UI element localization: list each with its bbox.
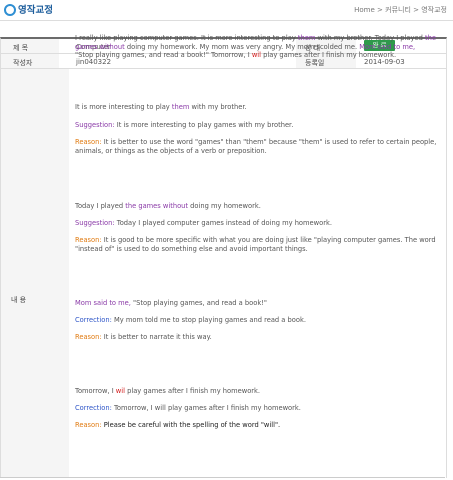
- content-label-cell: 내 용: [1, 69, 69, 478]
- title-label-cell: 제 목: [1, 39, 59, 53]
- reason-3: Reason: It is better to narrate it this …: [75, 333, 443, 342]
- intro-text: "Stop playing games, and read a book!" T…: [75, 51, 252, 59]
- intro-text: doing my homework. My mom was very angry…: [124, 42, 360, 51]
- sentence-text: Tomorrow, I: [75, 387, 116, 395]
- home-link[interactable]: Home: [354, 6, 375, 14]
- sentence-text: It is more interesting to play: [75, 103, 172, 111]
- reason-label: Reason:: [75, 236, 102, 244]
- author-label-cell: 작성자: [1, 54, 59, 68]
- correction-4: Correction: Tomorrow, I will play games …: [75, 404, 443, 413]
- reason-1: Reason: It is better to use the word "ga…: [75, 138, 443, 155]
- content-row: 내 용: [1, 69, 446, 478]
- highlight-them: them: [171, 103, 190, 111]
- highlight-games: the games without: [125, 202, 189, 210]
- suggestion-1: Suggestion: It is more interesting to pl…: [75, 121, 443, 130]
- highlight-mom-said: Mom said to me,: [359, 42, 416, 51]
- suggestion-2: Suggestion: Today I played computer game…: [75, 219, 443, 228]
- breadcrumb: Home > 커뮤니티 > 영작교정: [354, 5, 447, 15]
- content-label: 내 용: [11, 296, 27, 304]
- correction-label: Correction:: [75, 316, 112, 324]
- intro-paragraph: I really like playing computer games. It…: [75, 34, 443, 60]
- reason-text: It is good to be more specific with what…: [75, 236, 436, 253]
- sentence-text: Today I played: [75, 202, 126, 210]
- community-link[interactable]: 커뮤니티: [385, 5, 411, 15]
- chevron-right-icon: >: [413, 6, 419, 14]
- suggestion-text: It is more interesting to play games wit…: [114, 121, 294, 129]
- reason-label: Reason:: [75, 333, 102, 341]
- highlight-them: them: [297, 34, 316, 42]
- reason-text: It is better to use the word "games" tha…: [75, 138, 437, 155]
- intro-text: with my brother. Today I played: [315, 34, 425, 42]
- page-title: 영작교정: [18, 5, 53, 16]
- bottom-divider: [0, 477, 445, 478]
- author-label: 작성자: [13, 59, 33, 67]
- reason-4: Reason: Please be careful with the spell…: [75, 421, 443, 430]
- current-page-crumb: 영작교정: [421, 6, 447, 14]
- sentence-2: Today I played the games without doing m…: [75, 202, 443, 211]
- sentence-3: Mom said to me, "Stop playing games, and…: [75, 299, 443, 308]
- suggestion-label: Suggestion:: [75, 219, 115, 227]
- sentence-1: It is more interesting to play them with…: [75, 103, 443, 112]
- suggestion-text: Today I played computer games instead of…: [114, 219, 332, 227]
- reason-text: Please be careful with the spelling of t…: [101, 421, 281, 429]
- intro-text: I really like playing computer games. It…: [75, 34, 298, 42]
- page-header: 영작교정 Home > 커뮤니티 > 영작교정: [0, 0, 453, 20]
- title-label: 제 목: [13, 44, 29, 52]
- correction-3: Correction: My mom told me to stop playi…: [75, 316, 443, 325]
- chevron-right-icon: >: [377, 6, 383, 14]
- highlight-wil: wil: [115, 387, 125, 395]
- reason-text: It is better to narrate it this way.: [101, 333, 212, 341]
- sentence-4: Tomorrow, I wil play games after I finis…: [75, 387, 443, 396]
- sentence-text: with my brother.: [189, 103, 247, 111]
- correction-label: Correction:: [75, 404, 112, 412]
- highlight-mom-said: Mom said to me,: [75, 299, 131, 307]
- suggestion-label: Suggestion:: [75, 121, 115, 129]
- highlight-wil: wil: [251, 51, 262, 59]
- correction-text: My mom told me to stop playing games and…: [111, 316, 306, 324]
- reason-label: Reason:: [75, 138, 102, 146]
- date-label: 등록일: [305, 59, 325, 67]
- sentence-text: doing my homework.: [188, 202, 261, 210]
- sentence-text: play games after I finish my homework.: [124, 387, 261, 395]
- reason-2: Reason: It is good to be more specific w…: [75, 236, 443, 253]
- header-divider: [0, 20, 453, 21]
- circle-icon: [4, 4, 16, 16]
- correction-text: Tomorrow, I will play games after I fini…: [111, 404, 301, 412]
- reason-label: Reason:: [75, 421, 102, 429]
- intro-text: play games after I finish my homework.: [261, 51, 397, 59]
- sentence-text: "Stop playing games, and read a book!": [130, 299, 267, 307]
